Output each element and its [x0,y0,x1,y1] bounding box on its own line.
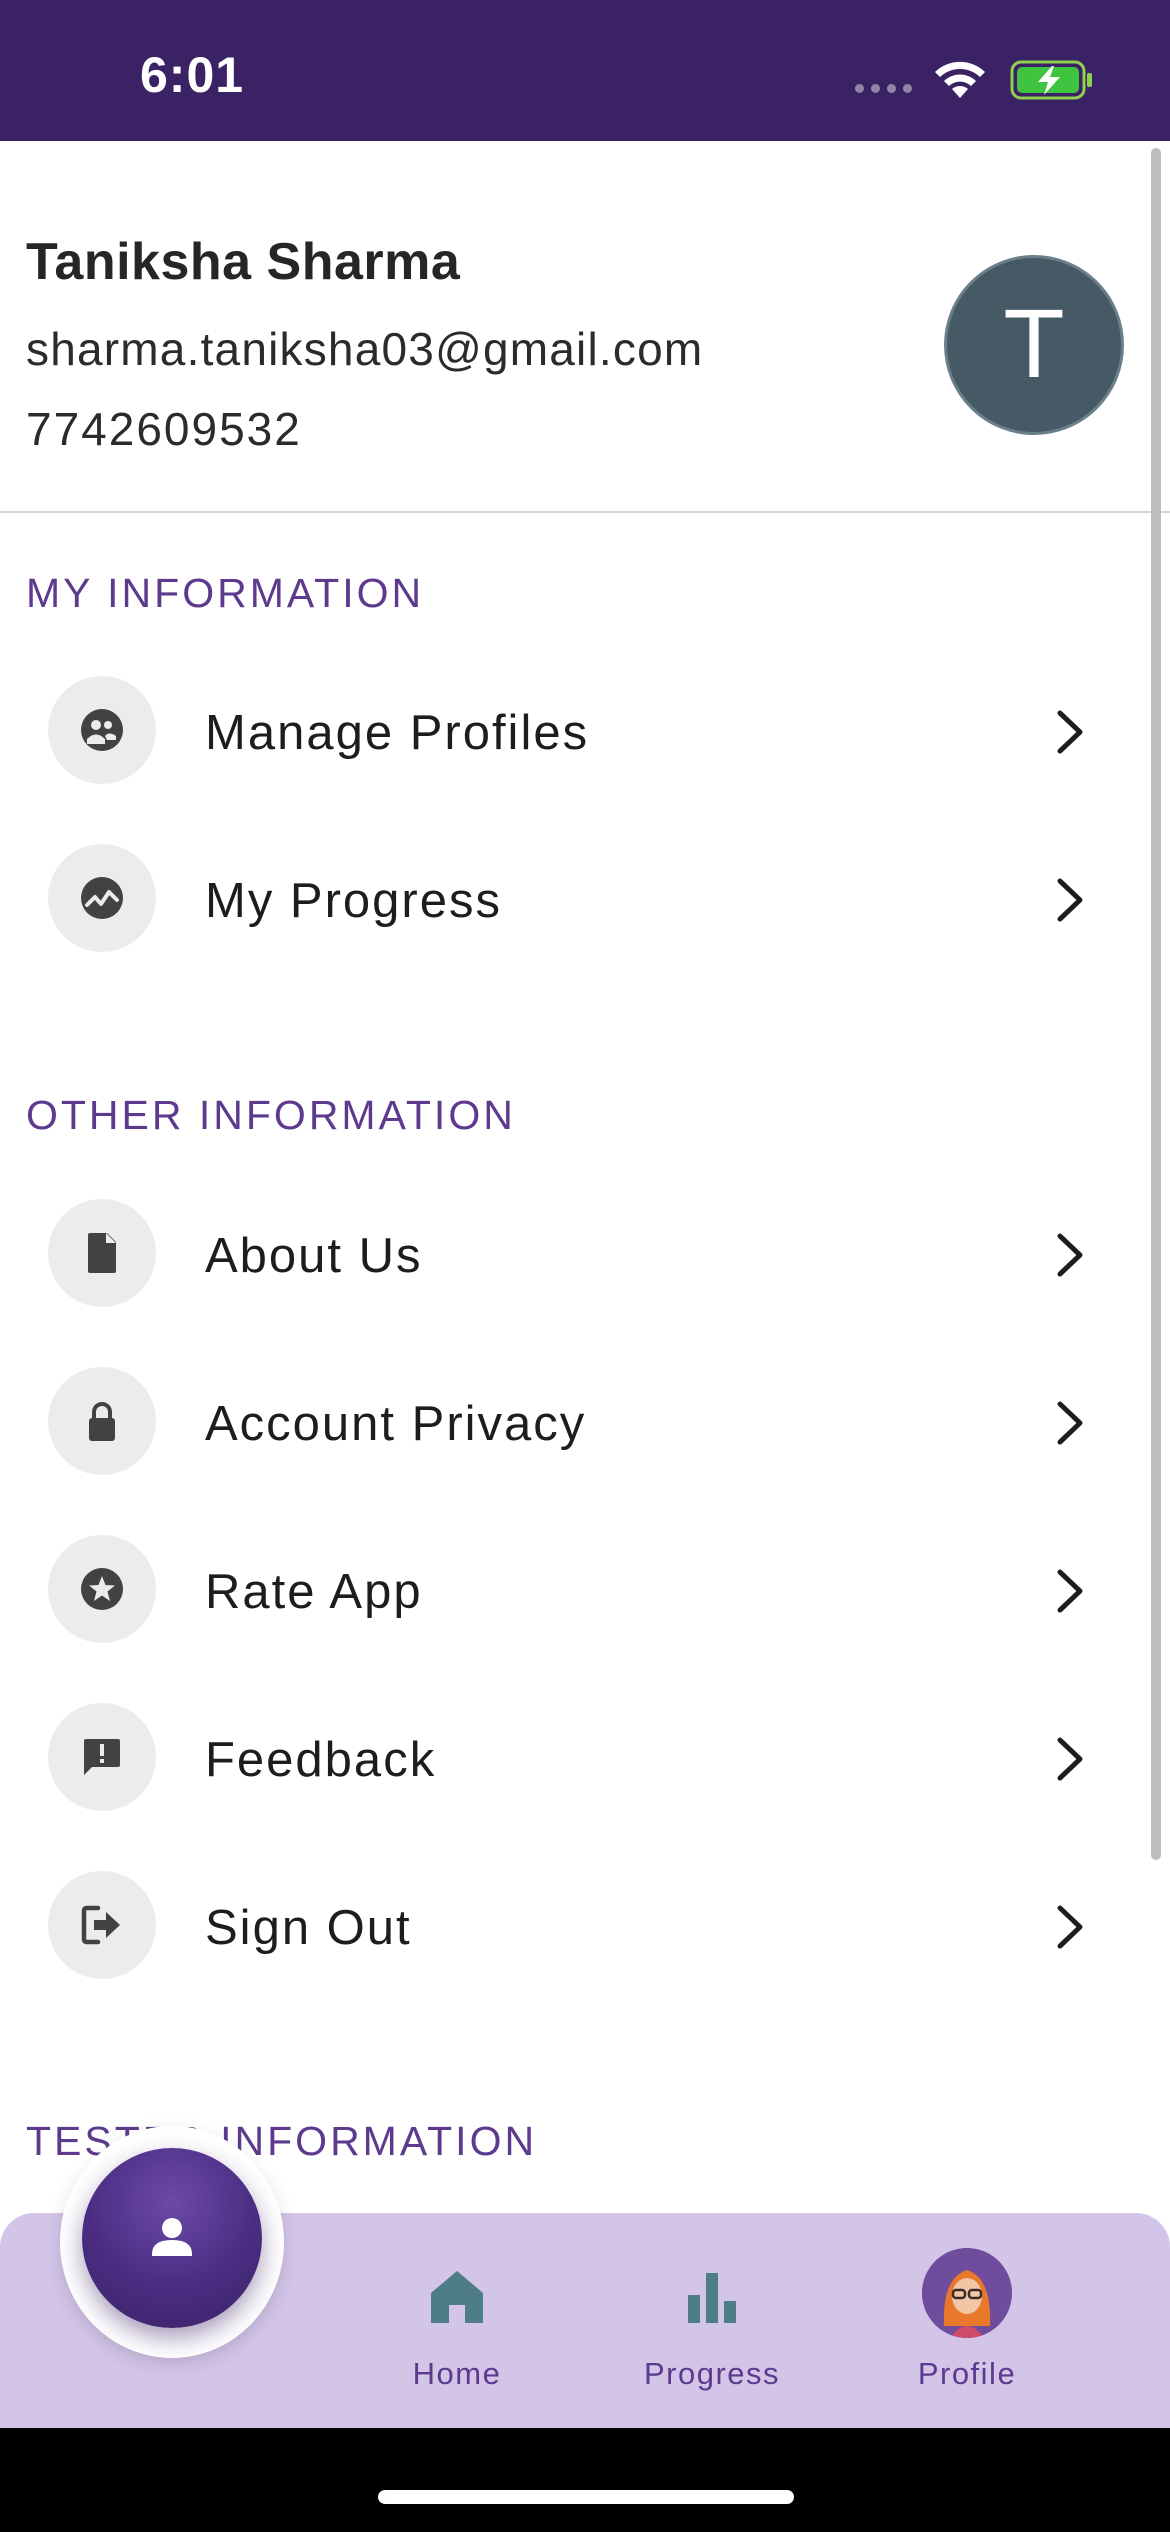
status-time: 6:01 [140,47,245,103]
menu-item-about-us[interactable]: About Us [0,1184,1140,1324]
nav-label-profile: Profile [917,2356,1017,2391]
lock-icon [48,1367,156,1475]
battery-charging-icon [1010,60,1092,100]
profile-fab-button[interactable] [82,2148,262,2328]
chevron-right-icon [1057,1737,1083,1781]
profile-email: sharma.taniksha03@gmail.com [26,323,704,375]
star-icon [48,1535,156,1643]
chevron-right-icon [1057,710,1083,754]
menu-item-rate-app[interactable]: Rate App [0,1520,1140,1660]
avatar-initial: T [1005,291,1063,399]
chevron-right-icon [1057,1233,1083,1277]
chevron-right-icon [1057,1905,1083,1949]
menu-item-my-progress[interactable]: My Progress [0,829,1140,969]
nav-label-home: Home [412,2356,502,2391]
menu-item-account-privacy[interactable]: Account Privacy [0,1352,1140,1492]
home-icon [431,2271,483,2323]
menu-item-sign-out[interactable]: Sign Out [0,1856,1140,1996]
sign-out-icon [48,1871,156,1979]
profile-phone: 7742609532 [26,403,302,455]
chevron-right-icon [1057,878,1083,922]
nav-label-progress: Progress [643,2356,781,2391]
chevron-right-icon [1057,1401,1083,1445]
bar-chart-icon [688,2273,736,2323]
person-icon [152,2218,192,2256]
menu-item-manage-profiles[interactable]: Manage Profiles [0,661,1140,801]
avatar[interactable]: T [944,255,1124,435]
menu-label-sign-out: Sign Out [205,1901,412,1955]
nav-tab-home[interactable]: Home [357,2240,557,2400]
divider [0,511,1170,513]
section-title-my-information: MY INFORMATION [26,570,425,616]
menu-item-feedback[interactable]: Feedback [0,1688,1140,1828]
menu-label-rate-app: Rate App [205,1565,423,1619]
profile-name: Taniksha Sharma [26,233,461,291]
nav-tab-progress[interactable]: Progress [612,2240,812,2400]
feedback-icon [48,1703,156,1811]
menu-label-my-progress: My Progress [205,874,503,928]
menu-label-account-privacy: Account Privacy [205,1397,587,1451]
menu-label-feedback: Feedback [205,1733,437,1787]
section-title-other-information: OTHER INFORMATION [26,1092,516,1138]
home-indicator[interactable] [378,2490,794,2504]
menu-label-manage-profiles: Manage Profiles [205,706,590,760]
home-indicator-area [0,2428,1170,2532]
scrollbar[interactable] [1151,148,1161,1860]
cellular-signal-icon [855,84,912,93]
status-bar: 6:01 [0,0,1170,141]
document-icon [48,1199,156,1307]
wifi-icon [935,61,985,98]
chevron-right-icon [1057,1569,1083,1613]
group-icon [48,676,156,784]
menu-label-about-us: About Us [205,1229,423,1283]
profile-avatar-icon [922,2248,1012,2338]
nav-tab-profile[interactable]: Profile [867,2240,1067,2400]
trend-icon [48,844,156,952]
